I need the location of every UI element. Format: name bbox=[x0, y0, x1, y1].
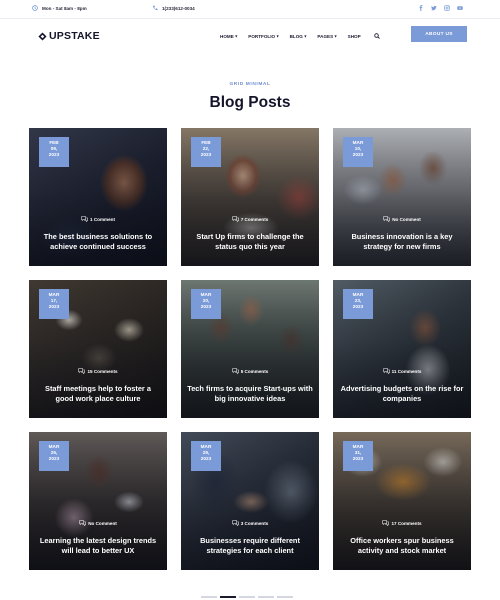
youtube-icon[interactable] bbox=[457, 5, 463, 11]
page-dot[interactable] bbox=[220, 596, 236, 598]
blog-card[interactable]: FEB 22, 2023 7 Comments Start Up firms to … bbox=[181, 128, 319, 266]
chevron-down-icon: ▾ bbox=[276, 33, 279, 39]
social-links bbox=[418, 5, 463, 11]
chevron-down-icon: ▾ bbox=[334, 33, 337, 39]
comment-count[interactable]: 11 Comments bbox=[333, 368, 471, 374]
date-badge: MAR 20, 2023 bbox=[191, 289, 221, 319]
phone-number-text: 1(233)612-0034 bbox=[162, 5, 195, 11]
site-header: UPSTAKE HOME ▾ PORTFOLIO ▾ BLOG ▾ PAGES ▾ SH… bbox=[0, 19, 500, 55]
pagination bbox=[201, 596, 293, 598]
date-badge: MAR 29, 2023 bbox=[191, 441, 221, 471]
blog-card[interactable]: MAR 23, 2023 11 Comments Advertising budge… bbox=[333, 280, 471, 418]
comment-icon bbox=[232, 368, 239, 374]
date-badge: MAR 31, 2023 bbox=[343, 441, 373, 471]
nav-pages[interactable]: PAGES ▾ bbox=[317, 33, 337, 39]
blog-card[interactable]: MAR 10, 2023 No Comment Business innovatio… bbox=[333, 128, 471, 266]
about-us-button[interactable]: ABOUT US bbox=[411, 26, 467, 42]
comment-icon bbox=[232, 216, 239, 222]
logo-icon bbox=[38, 31, 47, 41]
post-title[interactable]: Tech firms to acquire Start-ups with big… bbox=[187, 384, 313, 405]
page-title: Blog Posts bbox=[209, 94, 291, 111]
comment-count[interactable]: 5 Comments bbox=[181, 368, 319, 374]
opening-hours-text: Mon - Sat 8am - 8pm bbox=[42, 5, 87, 11]
comment-icon bbox=[78, 368, 86, 374]
page-dot[interactable] bbox=[201, 596, 217, 598]
opening-hours: Mon - Sat 8am - 8pm bbox=[32, 5, 87, 11]
post-title[interactable]: Start Up firms to challenge the status q… bbox=[187, 232, 313, 253]
page-dot[interactable] bbox=[277, 596, 293, 598]
post-title[interactable]: Businesses require different strategies … bbox=[187, 536, 313, 557]
nav-blog[interactable]: BLOG ▾ bbox=[290, 33, 307, 39]
comment-count[interactable]: 17 Comments bbox=[333, 520, 471, 526]
blog-card[interactable]: FEB 09, 2023 1 Comment The best business s… bbox=[29, 128, 167, 266]
chevron-down-icon: ▾ bbox=[235, 33, 238, 39]
comment-icon bbox=[232, 520, 239, 526]
logo[interactable]: UPSTAKE bbox=[38, 30, 100, 42]
page-dot[interactable] bbox=[239, 596, 255, 598]
comment-count[interactable]: No Comment bbox=[333, 216, 471, 222]
date-badge: MAR 17, 2023 bbox=[39, 289, 69, 319]
post-title[interactable]: Staff meetings help to foster a good wor… bbox=[35, 384, 161, 405]
blog-card[interactable]: MAR 20, 2023 5 Comments Tech firms to acqu… bbox=[181, 280, 319, 418]
comment-count[interactable]: 3 Comments bbox=[181, 520, 319, 526]
clock-icon bbox=[32, 5, 38, 11]
comment-icon bbox=[79, 520, 86, 526]
comment-icon bbox=[81, 216, 88, 222]
comment-count[interactable]: 7 Comments bbox=[181, 216, 319, 222]
logo-text: UPSTAKE bbox=[49, 30, 100, 42]
blog-card[interactable]: MAR 17, 2023 15 Comments Staff meetings he… bbox=[29, 280, 167, 418]
facebook-icon[interactable] bbox=[418, 5, 424, 11]
date-badge: MAR 26, 2023 bbox=[39, 441, 69, 471]
instagram-icon[interactable] bbox=[444, 5, 450, 11]
comment-icon bbox=[382, 520, 390, 526]
comment-icon bbox=[383, 216, 390, 222]
post-title[interactable]: The best business solutions to achieve c… bbox=[35, 232, 161, 253]
date-badge: FEB 09, 2023 bbox=[39, 137, 69, 167]
date-badge: FEB 22, 2023 bbox=[191, 137, 221, 167]
search-icon[interactable] bbox=[374, 33, 380, 39]
comment-count[interactable]: 1 Comment bbox=[29, 216, 167, 222]
date-badge: MAR 10, 2023 bbox=[343, 137, 373, 167]
twitter-icon[interactable] bbox=[431, 5, 437, 11]
section-eyebrow: GRID MINIMAL bbox=[229, 82, 271, 87]
blog-card[interactable]: MAR 29, 2023 3 Comments Businesses require… bbox=[181, 432, 319, 570]
top-info-bar: Mon - Sat 8am - 8pm 1(233)612-0034 bbox=[0, 0, 500, 19]
blog-card[interactable]: MAR 26, 2023 No Comment Learning the lates… bbox=[29, 432, 167, 570]
nav-home[interactable]: HOME ▾ bbox=[220, 33, 238, 39]
blog-card[interactable]: MAR 31, 2023 17 Comments Office workers sp… bbox=[333, 432, 471, 570]
date-badge: MAR 23, 2023 bbox=[343, 289, 373, 319]
post-title[interactable]: Advertising budgets on the rise for comp… bbox=[339, 384, 465, 405]
chevron-down-icon: ▾ bbox=[304, 33, 307, 39]
post-title[interactable]: Learning the latest design trends will l… bbox=[35, 536, 161, 557]
nav-shop[interactable]: SHOP bbox=[348, 34, 361, 39]
page-dot[interactable] bbox=[258, 596, 274, 598]
main-nav: HOME ▾ PORTFOLIO ▾ BLOG ▾ PAGES ▾ SHOP bbox=[220, 33, 380, 39]
post-title[interactable]: Office workers spur business activity an… bbox=[339, 536, 465, 557]
nav-portfolio[interactable]: PORTFOLIO ▾ bbox=[248, 33, 279, 39]
comment-icon bbox=[382, 368, 390, 374]
comment-count[interactable]: 15 Comments bbox=[29, 368, 167, 374]
phone-number[interactable]: 1(233)612-0034 bbox=[152, 5, 195, 11]
post-title[interactable]: Business innovation is a key strategy fo… bbox=[339, 232, 465, 253]
phone-icon bbox=[153, 5, 158, 11]
comment-count[interactable]: No Comment bbox=[29, 520, 167, 526]
